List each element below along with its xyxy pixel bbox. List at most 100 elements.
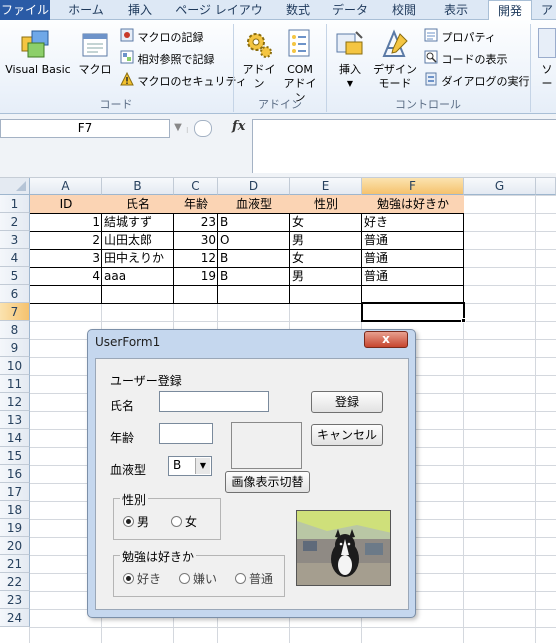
cell-study[interactable]: 普通: [362, 231, 464, 249]
cell-name[interactable]: 山田太郎: [102, 231, 174, 249]
close-button[interactable]: x: [364, 331, 408, 348]
dropdown-arrow-icon[interactable]: ▼: [172, 121, 184, 135]
row-header[interactable]: 3: [0, 231, 30, 249]
formula-input[interactable]: [252, 119, 556, 173]
header-cell-gender[interactable]: 性別: [290, 195, 362, 213]
tab-insert[interactable]: 挿入: [120, 0, 160, 20]
insert-control-button[interactable]: 挿入 ▼: [330, 63, 370, 91]
row-header[interactable]: 13: [0, 411, 30, 429]
header-cell-age[interactable]: 年齢: [174, 195, 218, 213]
chevron-down-icon[interactable]: ▼: [195, 458, 210, 474]
row-header[interactable]: 22: [0, 573, 30, 591]
row-header[interactable]: 11: [0, 375, 30, 393]
row-header[interactable]: 14: [0, 429, 30, 447]
row-header[interactable]: 23: [0, 591, 30, 609]
row-header[interactable]: 9: [0, 339, 30, 357]
fill-handle[interactable]: [461, 318, 466, 323]
row-header[interactable]: 15: [0, 447, 30, 465]
column-header-e[interactable]: E: [290, 178, 362, 195]
row-header[interactable]: 7: [0, 303, 30, 321]
tab-developer[interactable]: 開発: [488, 0, 532, 21]
blood-type-combobox[interactable]: B ▼: [168, 456, 212, 476]
cell-blood[interactable]: B: [218, 249, 290, 267]
row-header[interactable]: 12: [0, 393, 30, 411]
tab-file[interactable]: ファイル: [0, 0, 50, 20]
visual-basic-button[interactable]: Visual Basic: [2, 63, 74, 77]
header-cell-study[interactable]: 勉強は好きか: [362, 195, 464, 213]
cell-gender[interactable]: 男: [290, 267, 362, 285]
tab-review[interactable]: 校閲: [384, 0, 424, 20]
view-code-button[interactable]: コードの表示: [424, 50, 508, 68]
header-cell-id[interactable]: ID: [30, 195, 102, 213]
study-option-normal[interactable]: 普通: [235, 570, 273, 587]
xml-source-button[interactable]: ソー: [538, 63, 556, 91]
column-header-f[interactable]: F: [362, 178, 464, 195]
row-header[interactable]: 4: [0, 249, 30, 267]
age-textbox[interactable]: [159, 423, 213, 444]
row-header[interactable]: 18: [0, 501, 30, 519]
tab-page-layout[interactable]: ページ レイアウト: [172, 0, 266, 37]
row-header[interactable]: 6: [0, 285, 30, 303]
addin-button[interactable]: アドイン: [238, 63, 280, 91]
study-option-like[interactable]: 好き: [123, 570, 161, 587]
formula-expand-icon[interactable]: [194, 120, 212, 137]
row-header[interactable]: 17: [0, 483, 30, 501]
column-header-h-partial[interactable]: [536, 178, 556, 195]
tab-view[interactable]: 表示: [436, 0, 476, 20]
row-header[interactable]: 24: [0, 609, 30, 627]
record-macro-button[interactable]: マクロの記録: [120, 28, 204, 46]
tab-addins-partial[interactable]: ア: [538, 0, 556, 20]
row-header[interactable]: 5: [0, 267, 30, 285]
row-header[interactable]: 16: [0, 465, 30, 483]
gender-option-male[interactable]: 男: [123, 513, 149, 530]
row-header[interactable]: 20: [0, 537, 30, 555]
cell-study[interactable]: 普通: [362, 249, 464, 267]
cell-blood[interactable]: O: [218, 231, 290, 249]
macro-button[interactable]: マクロ: [76, 63, 114, 77]
cell-name[interactable]: 田中えりか: [102, 249, 174, 267]
cell-age[interactable]: 30: [174, 231, 218, 249]
column-header-a[interactable]: A: [30, 178, 102, 195]
cell-blood[interactable]: B: [218, 213, 290, 231]
header-cell-name[interactable]: 氏名: [102, 195, 174, 213]
tab-data[interactable]: データ: [328, 0, 372, 20]
cell-study[interactable]: 普通: [362, 267, 464, 285]
gender-option-female[interactable]: 女: [171, 513, 197, 530]
cell-blood[interactable]: B: [218, 267, 290, 285]
properties-button[interactable]: プロパティ: [424, 28, 496, 46]
study-option-dislike[interactable]: 嫌い: [179, 570, 217, 587]
design-mode-button[interactable]: デザイン モード: [372, 63, 418, 91]
column-header-b[interactable]: B: [102, 178, 174, 195]
cell-gender[interactable]: 女: [290, 249, 362, 267]
cell-name[interactable]: aaa: [102, 267, 174, 285]
row-header[interactable]: 10: [0, 357, 30, 375]
relative-reference-button[interactable]: 相対参照で記録: [120, 50, 215, 68]
name-box[interactable]: F7: [0, 119, 170, 138]
cell-name[interactable]: 結城すず: [102, 213, 174, 231]
cancel-button[interactable]: キャンセル: [311, 424, 383, 446]
cell-study[interactable]: 好き: [362, 213, 464, 231]
tab-home[interactable]: ホーム: [58, 0, 114, 20]
insert-function-button[interactable]: fx: [232, 119, 245, 134]
row-header[interactable]: 19: [0, 519, 30, 537]
row-header[interactable]: 21: [0, 555, 30, 573]
select-all-corner[interactable]: [0, 178, 30, 195]
cell-gender[interactable]: 男: [290, 231, 362, 249]
cell-age[interactable]: 23: [174, 213, 218, 231]
cell-id[interactable]: 3: [30, 249, 102, 267]
cell-id[interactable]: 2: [30, 231, 102, 249]
column-header-c[interactable]: C: [174, 178, 218, 195]
column-header-g[interactable]: G: [464, 178, 536, 195]
macro-security-button[interactable]: マクロのセキュリティ: [120, 71, 247, 90]
cell-age[interactable]: 19: [174, 267, 218, 285]
name-textbox[interactable]: [159, 391, 269, 412]
cell-id[interactable]: 1: [30, 213, 102, 231]
column-header-d[interactable]: D: [218, 178, 290, 195]
row-header[interactable]: 2: [0, 213, 30, 231]
selected-cell-f7[interactable]: [361, 302, 465, 322]
row-header[interactable]: 8: [0, 321, 30, 339]
run-dialog-button[interactable]: ダイアログの実行: [424, 72, 530, 90]
cell-gender[interactable]: 女: [290, 213, 362, 231]
cell-id[interactable]: 4: [30, 267, 102, 285]
header-cell-blood[interactable]: 血液型: [218, 195, 290, 213]
